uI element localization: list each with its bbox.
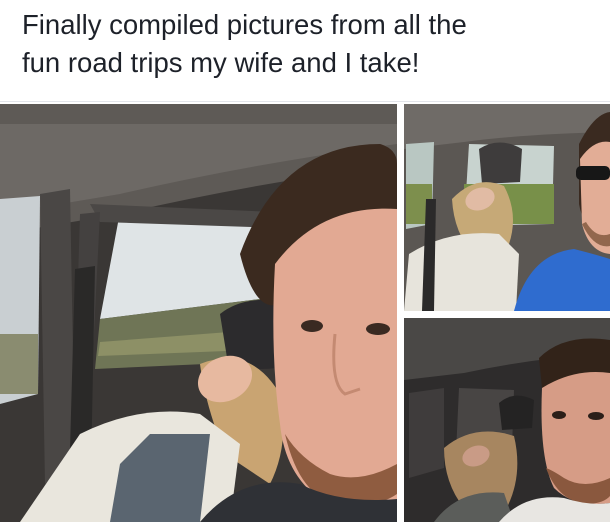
photo-bottom-right[interactable] xyxy=(404,318,610,522)
caption-line-1: Finally compiled pictures from all the xyxy=(22,9,467,40)
photo-top-right[interactable] xyxy=(404,104,610,311)
photo-main[interactable] xyxy=(0,104,397,522)
car-selfie-photo xyxy=(404,104,610,311)
car-selfie-photo xyxy=(0,104,397,522)
post-caption: Finally compiled pictures from all the f… xyxy=(0,0,610,102)
car-selfie-photo xyxy=(404,318,610,522)
caption-text: Finally compiled pictures from all the f… xyxy=(22,6,594,82)
caption-line-2: fun road trips my wife and I take! xyxy=(22,47,420,78)
